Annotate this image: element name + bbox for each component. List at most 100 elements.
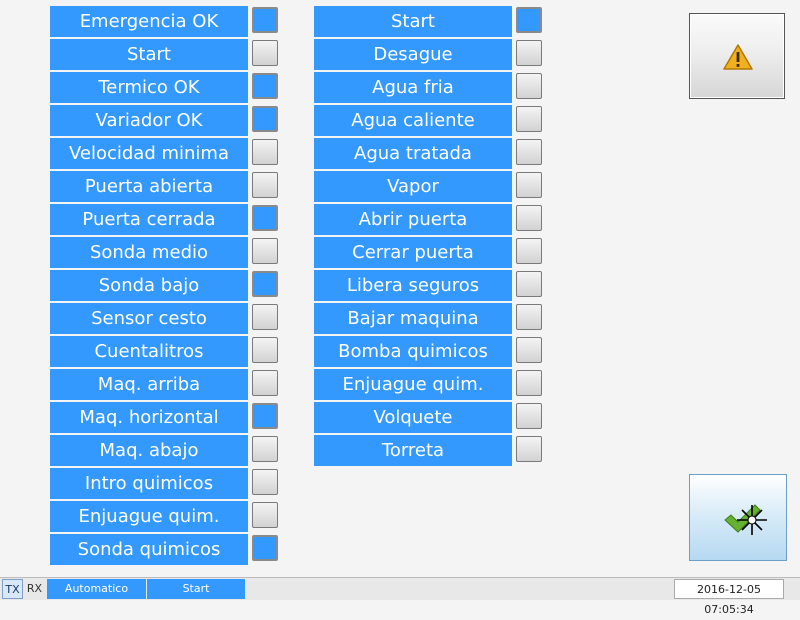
output-indicator[interactable] [516, 370, 542, 396]
output-row: Start [314, 5, 546, 38]
output-indicator[interactable] [516, 40, 542, 66]
output-row: Agua fria [314, 71, 546, 104]
input-row: Sonda bajo [50, 269, 282, 302]
input-label: Maq. horizontal [50, 402, 248, 433]
outputs-column: Start Desague Agua fria Agua caliente Agua t… [314, 5, 546, 467]
output-row: Agua caliente [314, 104, 546, 137]
output-row: Torreta [314, 434, 546, 467]
input-label: Puerta abierta [50, 171, 248, 202]
output-indicator[interactable] [516, 205, 542, 231]
input-label: Maq. arriba [50, 369, 248, 400]
output-indicator[interactable] [516, 238, 542, 264]
input-row: Cuentalitros [50, 335, 282, 368]
input-label: Velocidad minima [50, 138, 248, 169]
input-row: Emergencia OK [50, 5, 282, 38]
output-indicator[interactable] [516, 106, 542, 132]
output-indicator[interactable] [516, 271, 542, 297]
input-row: Maq. horizontal [50, 401, 282, 434]
input-row: Velocidad minima [50, 137, 282, 170]
output-row: Enjuague quim. [314, 368, 546, 401]
input-label: Sonda bajo [50, 270, 248, 301]
input-row: Sonda medio [50, 236, 282, 269]
input-indicator[interactable] [252, 304, 278, 330]
output-label: Cerrar puerta [314, 237, 512, 268]
output-label: Bajar maquina [314, 303, 512, 334]
input-row: Maq. arriba [50, 368, 282, 401]
input-row: Sensor cesto [50, 302, 282, 335]
output-row: Abrir puerta [314, 203, 546, 236]
input-indicator[interactable] [252, 469, 278, 495]
warning-button[interactable] [689, 13, 785, 99]
confirm-button[interactable] [689, 474, 787, 561]
input-label: Cuentalitros [50, 336, 248, 367]
input-row: Sonda quimicos [50, 533, 282, 566]
input-row: Variador OK [50, 104, 282, 137]
input-label: Emergencia OK [50, 6, 248, 37]
output-indicator[interactable] [516, 436, 542, 462]
input-row: Start [50, 38, 282, 71]
input-indicator[interactable] [252, 535, 278, 561]
output-indicator[interactable] [516, 403, 542, 429]
output-indicator[interactable] [516, 139, 542, 165]
input-indicator[interactable] [252, 238, 278, 264]
input-indicator[interactable] [252, 106, 278, 132]
output-indicator[interactable] [516, 304, 542, 330]
input-indicator[interactable] [252, 40, 278, 66]
input-indicator[interactable] [252, 73, 278, 99]
input-indicator[interactable] [252, 502, 278, 528]
input-label: Termico OK [50, 72, 248, 103]
input-label: Sonda medio [50, 237, 248, 268]
output-indicator[interactable] [516, 7, 542, 33]
input-indicator[interactable] [252, 172, 278, 198]
input-row: Enjuague quim. [50, 500, 282, 533]
output-row: Agua tratada [314, 137, 546, 170]
output-row: Bomba quimicos [314, 335, 546, 368]
output-row: Volquete [314, 401, 546, 434]
input-indicator[interactable] [252, 337, 278, 363]
output-label: Agua caliente [314, 105, 512, 136]
output-indicator[interactable] [516, 337, 542, 363]
input-indicator[interactable] [252, 271, 278, 297]
output-row: Libera seguros [314, 269, 546, 302]
output-label: Agua fria [314, 72, 512, 103]
output-row: Bajar maquina [314, 302, 546, 335]
input-label: Sonda quimicos [50, 534, 248, 565]
input-row: Puerta abierta [50, 170, 282, 203]
output-label: Start [314, 6, 512, 37]
output-label: Enjuague quim. [314, 369, 512, 400]
input-row: Termico OK [50, 71, 282, 104]
input-label: Puerta cerrada [50, 204, 248, 235]
output-row: Desague [314, 38, 546, 71]
output-row: Vapor [314, 170, 546, 203]
output-label: Vapor [314, 171, 512, 202]
input-label: Enjuague quim. [50, 501, 248, 532]
warning-triangle-icon [723, 44, 753, 70]
input-indicator[interactable] [252, 403, 278, 429]
output-label: Torreta [314, 435, 512, 466]
rx-indicator: RX [26, 582, 43, 595]
status-bar: TX RX Automatico Start 2016-12-05 07:05:… [0, 577, 800, 616]
input-label: Intro quimicos [50, 468, 248, 499]
input-row: Puerta cerrada [50, 203, 282, 236]
input-indicator[interactable] [252, 205, 278, 231]
input-label: Maq. abajo [50, 435, 248, 466]
input-indicator[interactable] [252, 370, 278, 396]
output-label: Bomba quimicos [314, 336, 512, 367]
input-row: Intro quimicos [50, 467, 282, 500]
tx-indicator: TX [2, 579, 23, 599]
output-indicator[interactable] [516, 172, 542, 198]
input-label: Sensor cesto [50, 303, 248, 334]
state-status: Start [147, 579, 245, 599]
input-indicator[interactable] [252, 436, 278, 462]
output-label: Volquete [314, 402, 512, 433]
input-indicator[interactable] [252, 139, 278, 165]
output-label: Abrir puerta [314, 204, 512, 235]
input-indicator[interactable] [252, 7, 278, 33]
input-label: Variador OK [50, 105, 248, 136]
output-label: Desague [314, 39, 512, 70]
output-label: Libera seguros [314, 270, 512, 301]
output-indicator[interactable] [516, 73, 542, 99]
datetime-display: 2016-12-05 07:05:34 [674, 579, 784, 616]
inputs-column: Emergencia OK Start Termico OK Variador OK V… [50, 5, 282, 566]
input-row: Maq. abajo [50, 434, 282, 467]
